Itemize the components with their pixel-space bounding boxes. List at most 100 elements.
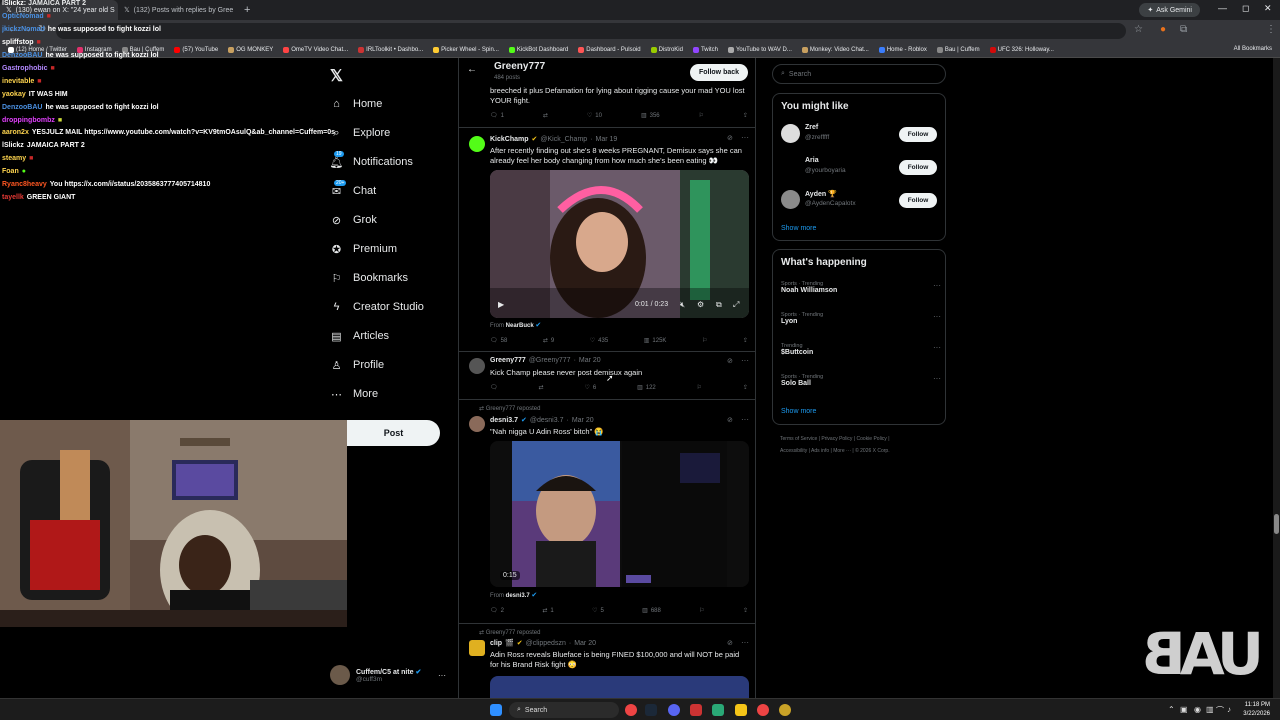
bookmark-item[interactable]: Home - Roblox [878,46,927,53]
maximize-icon[interactable]: ◻ [1242,3,1249,14]
trend-item[interactable]: Sports · Trending Lyon ··· [781,312,941,325]
bookmark-item[interactable]: KickBot Dashboard [508,46,568,53]
more-dots-icon[interactable]: ··· [438,671,446,680]
nav-premium[interactable]: ✪ Premium [330,239,397,259]
bookmark-item[interactable]: YouTube to WAV D... [727,46,792,53]
views-button[interactable]: ▥ 688 [642,607,661,615]
share-button[interactable]: ⇪ [743,337,748,344]
chevron-up-icon[interactable]: ⌃ [1168,705,1175,714]
nav-more[interactable]: ⋯ More [330,384,378,404]
bookmark-item[interactable]: IRLToolkit • Dashbo... [358,46,423,53]
bookmark-item[interactable]: Monkey: Video Chat... [801,46,869,53]
trend-item[interactable]: Sports · Trending Solo Ball ··· [781,374,941,387]
timeline-post[interactable]: breeched it plus Defamation for lying ab… [459,84,755,128]
share-button[interactable]: ⇪ [743,607,748,614]
bookmark-button[interactable]: ⚐ [699,112,704,119]
more-dots-icon[interactable]: ··· [741,133,749,142]
show-more-link[interactable]: Show more [781,408,816,415]
pip-icon[interactable]: ⧉ [716,300,722,310]
grok-icon[interactable]: ⊘ [727,639,733,647]
footer-link[interactable]: Ads info [811,448,829,454]
reply-button[interactable]: 🗨︎ [490,384,498,391]
bookmark-item[interactable]: Bau | Cuffem [936,46,980,53]
minimize-icon[interactable]: — [1218,3,1227,13]
views-button[interactable]: ▥ 356 [641,112,660,120]
timeline-post[interactable]: ⇄ Greeny777 reposted desni3.7 ✔ @desni3.… [459,400,755,624]
nav-creator-studio[interactable]: ϟ Creator Studio [330,297,424,317]
wifi-icon[interactable]: ⌒ [1216,705,1224,716]
repost-button[interactable]: ⇄ [543,112,548,119]
tray-icon[interactable]: ▥ [1206,705,1214,714]
account-switcher[interactable]: Cuffem/C5 at nite ✔ @cuff3m ··· [330,662,450,688]
like-button[interactable]: ♡ 10 [587,112,602,120]
more-dots-icon[interactable]: ··· [933,281,941,290]
app-icon[interactable] [712,704,724,716]
volume-icon[interactable]: ♪ [1227,705,1231,714]
play-icon[interactable]: ▶ [498,300,504,309]
grok-icon[interactable]: ⊘ [727,357,733,365]
scrollbar[interactable] [1273,58,1280,698]
app-icon[interactable] [779,704,791,716]
like-button[interactable]: ♡ 5 [592,607,604,615]
share-button[interactable]: ⇪ [743,112,748,119]
timeline-post[interactable]: Greeny777 @Greeny777 · Mar 20 ⊘ ··· Kick… [459,352,755,400]
reply-button[interactable]: 🗨︎ 1 [490,112,504,120]
post-video[interactable] [490,676,749,698]
footer-link[interactable]: More ··· [833,448,851,454]
bookmark-item[interactable]: Twitch [692,46,718,53]
ask-gemini-button[interactable]: ✦ Ask Gemini [1139,3,1200,17]
menu-dots-icon[interactable]: ⋮ [1266,24,1276,35]
trend-item[interactable]: Trending $Buttcoin ··· [781,343,941,356]
show-more-link[interactable]: Show more [781,225,816,232]
chrome-icon[interactable] [757,704,769,716]
post-video[interactable]: 0:15 [490,441,749,587]
footer-link[interactable]: Privacy Policy [821,436,852,442]
bookmark-item[interactable]: Picker Wheel - Spin... [433,46,499,53]
discord-icon[interactable] [668,704,680,716]
views-button[interactable]: ▥ 125K [644,337,667,345]
timeline-post[interactable]: KickChamp ✔ @Kick_Champ · Mar 19 ⊘ ··· A… [459,128,755,352]
chrome-icon[interactable] [625,704,637,716]
views-button[interactable]: ▥ 122 [637,384,656,392]
scrollbar-thumb[interactable] [1274,514,1279,534]
bookmark-button[interactable]: ⚐ [699,607,704,614]
like-button[interactable]: ♡ 435 [590,337,608,345]
trend-item[interactable]: Sports · Trending Noah Williamson ··· [781,281,941,294]
extension-icon[interactable]: ● [1160,24,1166,35]
like-button[interactable]: ♡ 6 [584,384,596,392]
bookmark-button[interactable]: ⚐ [702,337,707,344]
close-window-icon[interactable]: ✕ [1264,3,1272,14]
app-icon[interactable] [690,704,702,716]
settings-icon[interactable]: ⚙ [697,300,704,309]
follow-button[interactable]: Follow [899,193,937,208]
steam-icon[interactable] [645,704,657,716]
tray-icon[interactable]: ▣ [1180,705,1188,714]
nav-articles[interactable]: ▤ Articles [330,326,389,346]
grok-icon[interactable]: ⊘ [727,416,733,424]
reply-button[interactable]: 🗨︎ 58 [490,337,507,345]
post-video[interactable]: ▶ 0:01 / 0:23 🔇︎ ⚙ ⧉ ⤢ [490,170,749,318]
timeline-post[interactable]: ⇄ Greeny777 reposted clip 🎬 ✔ @clippedsz… [459,624,755,698]
tray-icon[interactable]: ◉ [1194,705,1201,714]
extensions-icon[interactable]: ⧉ [1180,24,1187,35]
follow-button[interactable]: Follow [899,160,937,175]
footer-link[interactable]: Cookie Policy [857,436,887,442]
search-input[interactable]: ⌕ Search [772,64,946,84]
all-bookmarks-button[interactable]: All Bookmarks [1234,46,1272,52]
nav-grok[interactable]: ⊘ Grok [330,210,377,230]
more-dots-icon[interactable]: ··· [933,343,941,352]
fullscreen-icon[interactable]: ⤢ [733,300,739,310]
share-button[interactable]: ⇪ [743,384,748,391]
from-name[interactable]: NearBuck [506,323,534,329]
more-dots-icon[interactable]: ··· [741,638,749,647]
more-dots-icon[interactable]: ··· [741,356,749,365]
repost-button[interactable]: ⇄ [539,384,544,391]
repost-button[interactable]: ⇄ 9 [543,337,554,345]
follow-button[interactable]: Follow [899,127,937,142]
more-dots-icon[interactable]: ··· [741,415,749,424]
star-icon[interactable]: ☆ [1134,24,1143,35]
footer-link[interactable]: Accessibility [780,448,807,454]
mute-icon[interactable]: 🔇︎ [680,300,685,310]
nav-bookmarks[interactable]: ⚐ Bookmarks [330,268,408,288]
bookmark-item[interactable]: UFC 326: Holloway... [989,46,1054,53]
